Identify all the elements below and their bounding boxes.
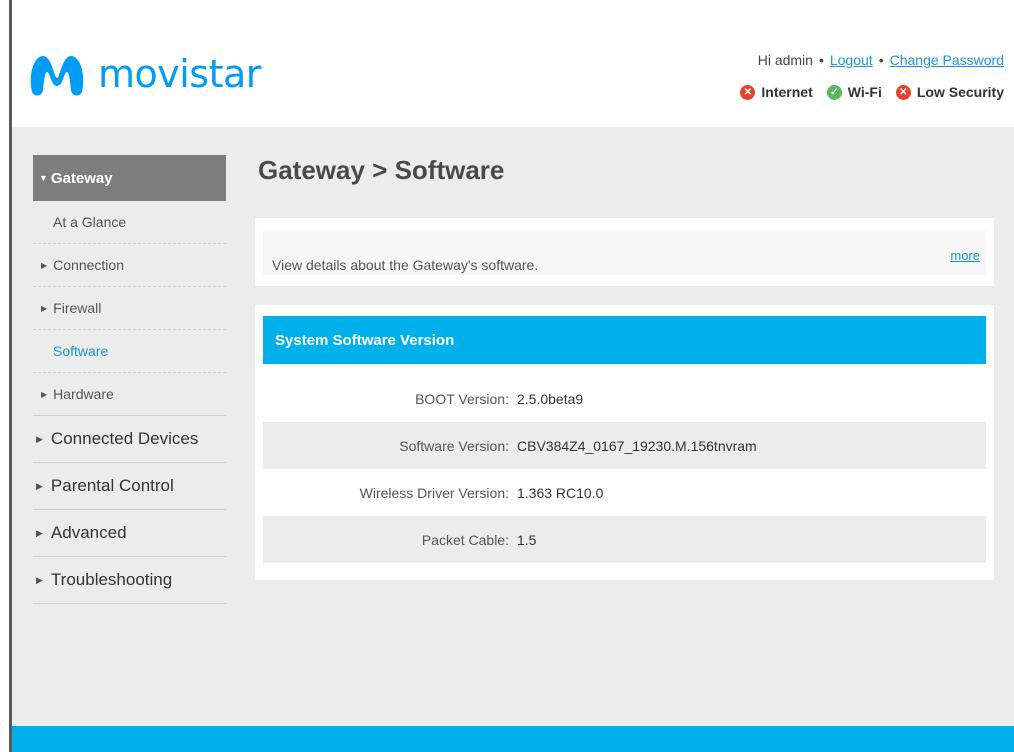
- software-version-card: System Software Version BOOT Version: 2.…: [255, 305, 994, 580]
- row-value: CBV384Z4_0167_19230.M.156tnvram: [517, 437, 757, 454]
- caret-right-icon: ▶: [41, 260, 48, 270]
- left-edge: [0, 0, 9, 752]
- table-row: BOOT Version: 2.5.0beta9: [263, 375, 986, 422]
- row-label: Software Version:: [399, 437, 509, 454]
- brand-name: movistar: [98, 52, 261, 96]
- logout-link[interactable]: Logout: [830, 52, 873, 68]
- sidebar-item-label: Firewall: [53, 300, 102, 316]
- section-title: System Software Version: [263, 316, 986, 364]
- status-wifi[interactable]: ✓ Wi-Fi: [826, 84, 882, 100]
- sidebar-item-advanced[interactable]: ▶ Advanced: [33, 510, 226, 557]
- caret-down-icon: ▼: [39, 173, 48, 183]
- separator: •: [878, 52, 884, 68]
- greeting: Hi admin: [757, 52, 813, 68]
- status-internet[interactable]: ✕ Internet: [740, 84, 813, 100]
- sidebar-item-label: At a Glance: [53, 214, 127, 230]
- sidebar-item-hardware[interactable]: ▶ Hardware: [33, 373, 226, 416]
- check-circle-icon: ✓: [826, 84, 842, 100]
- status-label: Wi-Fi: [847, 84, 882, 100]
- status-label: Low Security: [916, 84, 1004, 100]
- row-label: BOOT Version:: [415, 390, 509, 407]
- page-title: Gateway > Software: [258, 155, 505, 185]
- status-label: Internet: [761, 84, 813, 100]
- sidebar-item-connection[interactable]: ▶ Connection: [33, 244, 226, 287]
- status-bar: ✕ Internet ✓ Wi-Fi ✕ Low Security: [726, 84, 1004, 100]
- sidebar-item-label: Advanced: [50, 523, 127, 542]
- sidebar-item-label: Connection: [53, 257, 124, 273]
- movistar-m-icon: [30, 56, 84, 96]
- sidebar-item-gateway[interactable]: ▼ Gateway: [33, 155, 226, 201]
- sidebar-item-label: Connected Devices: [50, 429, 199, 448]
- row-value: 1.363 RC10.0: [517, 484, 604, 501]
- sidebar-item-firewall[interactable]: ▶ Firewall: [33, 287, 226, 330]
- caret-right-icon: ▶: [41, 303, 48, 313]
- sidebar-item-label: Hardware: [53, 386, 114, 402]
- user-bar: Hi admin • Logout • Change Password: [758, 52, 1004, 68]
- info-description: View details about the Gateway's softwar…: [272, 257, 539, 273]
- sidebar-item-software[interactable]: Software: [33, 330, 226, 373]
- table-row: Wireless Driver Version: 1.363 RC10.0: [263, 469, 986, 516]
- sidebar-item-at-a-glance[interactable]: At a Glance: [33, 201, 226, 244]
- sidebar-item-connected-devices[interactable]: ▶ Connected Devices: [33, 416, 226, 463]
- sidebar-item-label: Parental Control: [50, 476, 174, 495]
- header: movistar Hi admin • Logout • Change Password…: [12, 0, 1014, 127]
- caret-right-icon: ▶: [36, 527, 43, 538]
- caret-right-icon: ▶: [41, 389, 48, 399]
- caret-right-icon: ▶: [36, 480, 43, 491]
- brand-logo[interactable]: movistar: [26, 46, 261, 102]
- info-card: View details about the Gateway's softwar…: [255, 218, 994, 286]
- x-circle-icon: ✕: [895, 84, 911, 100]
- version-table: BOOT Version: 2.5.0beta9 Software Versio…: [263, 375, 986, 563]
- info-panel: View details about the Gateway's softwar…: [263, 230, 986, 275]
- x-circle-icon: ✕: [740, 84, 756, 100]
- sidebar-item-label: Troubleshooting: [50, 570, 173, 589]
- table-row: Packet Cable: 1.5: [263, 516, 986, 563]
- status-security[interactable]: ✕ Low Security: [895, 84, 1004, 100]
- caret-right-icon: ▶: [36, 574, 43, 585]
- footer-bar: [12, 726, 1014, 752]
- sidebar-item-parental-control[interactable]: ▶ Parental Control: [33, 463, 226, 510]
- row-label: Packet Cable:: [421, 531, 509, 548]
- row-label: Wireless Driver Version:: [359, 484, 509, 501]
- separator: •: [818, 52, 824, 68]
- sidebar-item-label: Gateway: [50, 169, 113, 187]
- table-row: Software Version: CBV384Z4_0167_19230.M.…: [263, 422, 986, 469]
- caret-right-icon: ▶: [36, 433, 43, 444]
- row-value: 2.5.0beta9: [517, 390, 584, 407]
- change-password-link[interactable]: Change Password: [890, 52, 1004, 68]
- more-link[interactable]: more: [950, 248, 980, 263]
- sidebar: ▼ Gateway At a Glance ▶ Connection ▶ Fir…: [33, 155, 226, 604]
- row-value: 1.5: [517, 531, 537, 548]
- sidebar-item-label: Software: [53, 343, 109, 359]
- sidebar-item-troubleshooting[interactable]: ▶ Troubleshooting: [33, 557, 226, 604]
